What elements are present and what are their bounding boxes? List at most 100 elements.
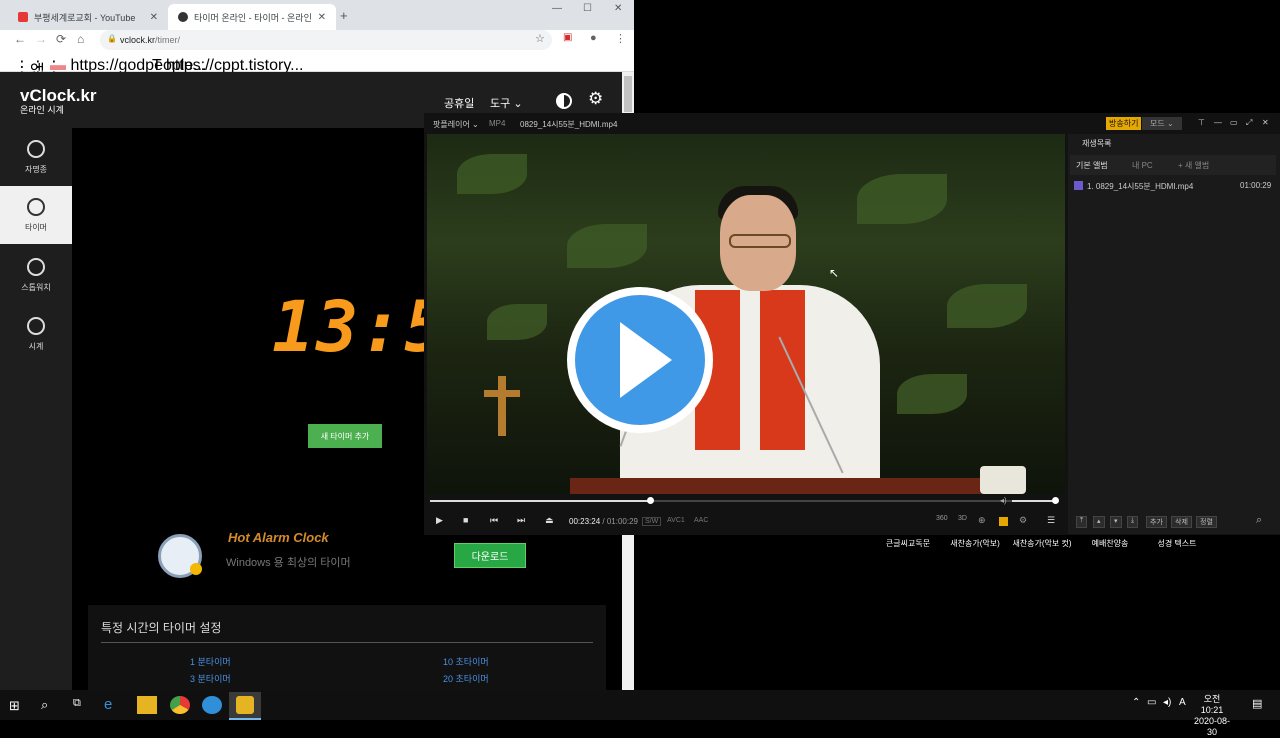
profile-icon[interactable]: ● [590, 32, 597, 44]
pin-icon[interactable]: ⊤ [1198, 118, 1205, 127]
extension-icon[interactable]: ▣ [563, 32, 572, 43]
close-window-icon[interactable]: ✕ [614, 3, 622, 14]
sidebar-item-timer[interactable]: 타이머 [0, 186, 72, 244]
potplayer-taskbar-button[interactable] [229, 692, 261, 720]
desktop-icon-hymnal-cut[interactable]: 새찬송가(악보 컷) [1010, 538, 1074, 549]
internet-explorer-icon[interactable]: e [104, 696, 124, 714]
tab-my-pc[interactable]: 내 PC [1132, 160, 1153, 171]
maximize-icon[interactable]: ☐ [583, 3, 592, 14]
desktop-icon-hymnal[interactable]: 새찬송가(악보) [943, 538, 1007, 549]
zoom-icon[interactable]: ⊕ [978, 515, 986, 526]
tab-default-album[interactable]: 기본 앨범 [1076, 160, 1108, 171]
menu-icon[interactable]: ⋮ [615, 32, 626, 45]
timer-link-3min[interactable]: 3 분타이머 [190, 672, 231, 685]
360-icon[interactable]: 360 [936, 515, 948, 522]
tab-youtube[interactable]: 부평세계로교회 - YouTube ✕ [8, 4, 168, 30]
home-icon[interactable]: ⌂ [77, 32, 84, 46]
close-icon[interactable]: ✕ [1262, 118, 1269, 127]
tab-vclock[interactable]: 타이머 온라인 - 타이머 - 온라인 ✕ [168, 4, 336, 30]
next-icon[interactable]: ⏭ [517, 515, 525, 526]
chrome-icon[interactable] [170, 696, 190, 714]
nav-tools[interactable]: 도구 ⌄ [490, 95, 523, 111]
network-icon[interactable]: ▭ [1147, 697, 1156, 708]
alarm-clock-icon [27, 140, 45, 158]
theme-toggle-icon[interactable] [556, 93, 572, 109]
playlist-add-button[interactable]: 추가 [1146, 516, 1167, 528]
settings-icon[interactable]: ⚙ [1019, 515, 1027, 526]
volume-tray-icon[interactable]: ◂) [1163, 697, 1171, 708]
search-icon[interactable]: ⌕ [1256, 514, 1262, 527]
system-clock[interactable]: 오전 10:21 2020-08-30 [1192, 694, 1232, 738]
new-tab-button[interactable]: + [340, 8, 348, 23]
sidebar-item-alarm[interactable]: 자명종 [0, 128, 72, 186]
back-icon[interactable]: ← [14, 32, 26, 46]
desktop-icon-responsive-reading[interactable]: 큰글씨교독문 [876, 538, 940, 549]
desktop-icon-bible-text[interactable]: 성경 텍스트 [1145, 538, 1209, 549]
sidebar-item-clock[interactable]: 시계 [0, 305, 72, 363]
format-label: MP4 [489, 119, 506, 128]
move-bottom-icon[interactable]: ⤓ [1127, 516, 1139, 528]
add-timer-button[interactable]: 새 타이머 추가 [308, 424, 382, 448]
sidebar-item-label: 자명종 [24, 165, 48, 174]
seek-handle[interactable] [646, 497, 654, 504]
playlist-panel [1068, 134, 1280, 534]
capture-icon[interactable] [999, 517, 1008, 526]
forward-icon[interactable]: → [35, 32, 47, 46]
stop-icon[interactable]: ■ [463, 515, 468, 525]
player-titlebar[interactable]: 팟플레이어 ⌄ MP4 0829_14시55분_HDMI.mp4 방송하기 모드… [424, 113, 1280, 133]
volume-slider[interactable] [1012, 500, 1056, 502]
notification-icon[interactable]: ▤ [1252, 697, 1262, 710]
ime-icon[interactable]: A [1179, 697, 1186, 708]
volume-handle[interactable] [1052, 497, 1059, 504]
timer-link-20sec[interactable]: 20 초타이머 [443, 672, 489, 685]
play-icon[interactable] [620, 322, 672, 398]
pulpit [570, 478, 1000, 494]
mode-button[interactable]: 모드 ⌄ [1142, 117, 1182, 130]
playlist-tab[interactable]: 재생목록 [1076, 135, 1117, 152]
move-top-icon[interactable]: ⤒ [1076, 516, 1088, 528]
audio-codec-badge[interactable]: AAC [694, 517, 708, 524]
move-up-icon[interactable]: ▴ [1093, 516, 1105, 528]
clock-icon [27, 317, 45, 335]
nav-holidays[interactable]: 공휴일 [444, 95, 474, 111]
playlist-toggle-icon[interactable]: ☰ [1047, 515, 1055, 526]
eject-icon[interactable]: ⏏ [545, 515, 554, 526]
playlist-sort-button[interactable]: 정렬 [1196, 516, 1217, 528]
minimize-icon[interactable]: — [552, 3, 562, 14]
address-bar[interactable]: 🔒 vclock.kr/timer/ [100, 30, 552, 50]
download-button[interactable]: 다운로드 [454, 543, 526, 568]
timer-link-1min[interactable]: 1 분타이머 [190, 655, 231, 668]
restore-icon[interactable]: ▭ [1230, 118, 1238, 127]
volume-icon[interactable]: ◂) [1000, 496, 1007, 505]
scrollbar-thumb[interactable] [624, 76, 632, 112]
close-icon[interactable]: ✕ [318, 12, 326, 23]
broadcast-button[interactable]: 방송하기 [1106, 117, 1142, 130]
desktop-icon-worship-songs[interactable]: 예배찬양송 [1078, 538, 1142, 549]
video-codec-badge[interactable]: AVC1 [667, 517, 685, 524]
sidebar-item-stopwatch[interactable]: 스톱워치 [0, 246, 72, 304]
reload-icon[interactable]: ⟳ [56, 32, 66, 46]
task-view-icon[interactable]: ⧉ [73, 697, 81, 710]
fullscreen-icon[interactable]: ⤢ [1246, 118, 1252, 128]
ad-title[interactable]: Hot Alarm Clock [228, 530, 329, 545]
close-icon[interactable]: ✕ [150, 12, 158, 23]
star-icon[interactable]: ☆ [535, 32, 545, 45]
move-down-icon[interactable]: ▾ [1110, 516, 1122, 528]
search-icon[interactable]: ⌕ [41, 697, 48, 713]
file-explorer-icon[interactable] [137, 696, 157, 714]
windows-start-icon[interactable]: ⊞ [9, 698, 20, 714]
playlist-delete-button[interactable]: 삭제 [1171, 516, 1192, 528]
player-menu[interactable]: 팟플레이어 ⌄ [433, 119, 479, 130]
play-button-icon[interactable]: ▶ [436, 515, 443, 526]
decoder-badge[interactable]: S/W [642, 517, 662, 526]
tray-chevron-icon[interactable]: ⌃ [1132, 697, 1140, 708]
url-path: /timer/ [155, 35, 181, 45]
playlist-item[interactable]: 1. 0829_14시55분_HDMI.mp4 01:00:29 [1072, 179, 1276, 193]
timer-link-10sec[interactable]: 10 초타이머 [443, 655, 489, 668]
3d-icon[interactable]: 3D [958, 515, 967, 522]
settings-gear-icon[interactable]: ⚙ [588, 89, 603, 109]
previous-icon[interactable]: ⏮ [490, 515, 498, 526]
tab-new-album[interactable]: + 새 앨범 [1178, 160, 1209, 171]
minimize-icon[interactable]: — [1214, 118, 1222, 127]
edge-icon[interactable] [202, 696, 222, 714]
